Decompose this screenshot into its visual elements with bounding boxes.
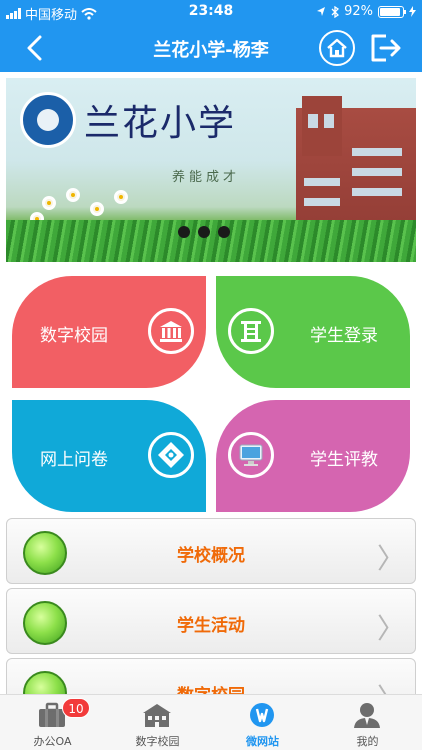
- tile-student-login[interactable]: 学生登录: [216, 276, 410, 388]
- banner-school-name: 兰花小学: [84, 103, 237, 144]
- carousel-dot[interactable]: [198, 226, 210, 238]
- school-icon: [143, 704, 171, 727]
- tab-bar: 10 办公OA 数字校园 微网站 我的: [0, 694, 422, 750]
- tile-label: 数字校园: [40, 326, 108, 346]
- battery-icon: [378, 5, 406, 18]
- list-item-label: 学生活动: [177, 616, 245, 636]
- home-button[interactable]: [319, 30, 355, 66]
- tab-micro-site[interactable]: 微网站: [210, 695, 315, 751]
- flower-decoration: [42, 196, 56, 210]
- monitor-icon: [228, 432, 274, 478]
- notification-badge: 10: [62, 698, 90, 718]
- building-icon: [148, 308, 194, 354]
- tile-online-questionnaire[interactable]: 网上问卷: [12, 400, 206, 512]
- flower-decoration: [90, 202, 104, 216]
- person-icon: [354, 703, 380, 728]
- tab-label: 数字校园: [135, 735, 180, 748]
- carousel-indicator: [178, 226, 230, 238]
- chevron-right-icon: 〉: [376, 612, 405, 645]
- banner-motto: 养能成才: [172, 170, 241, 185]
- tile-label: 学生登录: [310, 326, 378, 346]
- bluetooth-icon: [331, 5, 340, 18]
- status-right: 92%: [316, 4, 416, 19]
- tile-label: 学生评教: [310, 450, 378, 470]
- carousel-dot[interactable]: [178, 226, 190, 238]
- location-icon: [317, 7, 326, 16]
- page-title: 兰花小学-杨李: [153, 40, 269, 61]
- list-item[interactable]: 学生活动 〉: [6, 588, 416, 654]
- chevron-right-icon: 〉: [376, 542, 405, 575]
- tab-label: 办公OA: [33, 735, 72, 748]
- list-item[interactable]: 学校概况 〉: [6, 518, 416, 584]
- banner-carousel[interactable]: 兰花小学 养能成才: [6, 78, 416, 262]
- logout-icon[interactable]: [368, 32, 402, 64]
- tile-label: 网上问卷: [40, 450, 108, 470]
- battery-percent: 92%: [344, 4, 373, 19]
- questionnaire-icon: [148, 432, 194, 478]
- school-logo: [20, 92, 76, 148]
- flower-decoration: [66, 188, 80, 202]
- status-bar: 中国移动 23:48 92%: [0, 0, 422, 24]
- nav-bar: 兰花小学-杨李: [0, 24, 422, 72]
- carousel-dot[interactable]: [218, 226, 230, 238]
- tab-office-oa[interactable]: 10 办公OA: [0, 695, 105, 751]
- tile-student-evaluation[interactable]: 学生评教: [216, 400, 410, 512]
- flower-decoration: [114, 190, 128, 204]
- tab-label: 微网站: [246, 735, 279, 748]
- gate-icon: [228, 308, 274, 354]
- list-item-label: 学校概况: [177, 546, 245, 566]
- tab-label: 我的: [356, 735, 379, 748]
- charging-icon: [409, 6, 416, 17]
- tile-digital-campus[interactable]: 数字校园: [12, 276, 206, 388]
- home-icon: [327, 38, 347, 58]
- tab-mine[interactable]: 我的: [315, 695, 420, 751]
- microsite-icon: [250, 703, 274, 727]
- tab-digital-campus[interactable]: 数字校园: [105, 695, 210, 751]
